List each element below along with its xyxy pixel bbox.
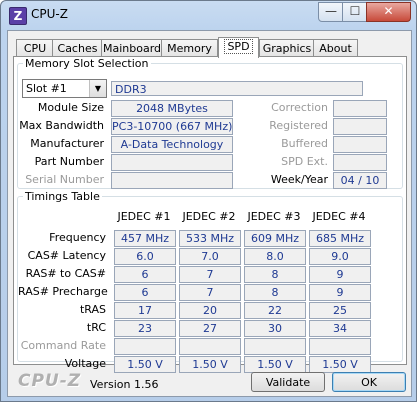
timing-cell: 1.50 V <box>114 356 176 373</box>
timing-cell: 34 <box>309 320 371 337</box>
timing-cell: 685 MHz <box>309 230 371 247</box>
max-bandwidth-value: PC3-10700 (667 MHz) <box>111 118 233 135</box>
ok-button[interactable]: OK <box>332 372 406 392</box>
version-label: Version 1.56 <box>90 378 159 391</box>
timing-row-label: Voltage <box>64 357 106 370</box>
tab-graphics[interactable]: Graphics <box>259 39 315 57</box>
title-bar[interactable]: Z CPU-Z — ☐ ✕ <box>1 1 416 29</box>
chevron-down-icon[interactable]: ▼ <box>89 80 106 97</box>
timing-row-label: RAS# to CAS# <box>25 267 106 280</box>
column-header: JEDEC #4 <box>312 210 366 223</box>
timing-cell: 6.0 <box>114 248 176 265</box>
part-number-label: Part Number <box>34 155 104 168</box>
timing-cell: 9.0 <box>309 248 371 265</box>
timing-cell: 6 <box>114 266 176 283</box>
maximize-button[interactable]: ☐ <box>342 2 368 22</box>
slot-select-value: Slot #1 <box>26 82 67 95</box>
timing-cell: 7.0 <box>179 248 241 265</box>
timing-cell: 457 MHz <box>114 230 176 247</box>
correction-label: Correction <box>271 101 328 114</box>
tab-label: Caches <box>57 42 98 55</box>
timing-cell: 1.50 V <box>244 356 306 373</box>
timing-row-label: Command Rate <box>20 339 106 352</box>
cpuz-window: Z CPU-Z — ☐ ✕ CPU Caches Mainboard Memor… <box>0 0 417 402</box>
tab-label: SPD <box>224 39 253 54</box>
manufacturer-label: Manufacturer <box>30 137 104 150</box>
column-header: JEDEC #1 <box>117 210 171 223</box>
correction-value <box>333 100 387 117</box>
window-title: CPU-Z <box>31 7 68 21</box>
group-title: Memory Slot Selection <box>25 57 149 70</box>
timing-cell: 8.0 <box>244 248 306 265</box>
timing-row-label: tRAS <box>79 303 106 316</box>
tab-label: Memory <box>167 42 212 55</box>
timing-cell: 7 <box>179 266 241 283</box>
tab-mainboard[interactable]: Mainboard <box>101 39 163 57</box>
buffered-label: Buffered <box>281 137 328 150</box>
tab-label: CPU <box>23 42 47 55</box>
minimize-button[interactable]: — <box>318 2 344 22</box>
spd-ext-label: SPD Ext. <box>281 155 328 168</box>
timing-row-label: tRC <box>86 321 106 334</box>
timing-cell: 1.50 V <box>309 356 371 373</box>
module-size-value: 2048 MBytes <box>111 100 233 117</box>
timing-cell: 22 <box>244 302 306 319</box>
tab-label: Mainboard <box>102 42 162 55</box>
tab-label: About <box>319 42 352 55</box>
cpuz-app-icon: Z <box>9 7 27 25</box>
timing-row-label: CAS# Latency <box>27 249 106 262</box>
registered-label: Registered <box>269 119 328 132</box>
spd-ext-value <box>333 154 387 171</box>
close-button[interactable]: ✕ <box>366 2 411 22</box>
column-header: JEDEC #3 <box>247 210 301 223</box>
serial-number-label: Serial Number <box>25 173 104 186</box>
slot-select[interactable]: Slot #1 ▼ <box>22 79 107 98</box>
part-number-value <box>111 154 233 171</box>
timing-cell: 27 <box>179 320 241 337</box>
timing-cell <box>309 338 371 355</box>
group-title: Timings Table <box>25 190 100 203</box>
serial-number-value <box>111 172 233 189</box>
timing-cell <box>244 338 306 355</box>
memory-slot-selection-group: Memory Slot Selection Slot #1 ▼ DDR3 Mod… <box>17 57 403 189</box>
timing-cell: 20 <box>179 302 241 319</box>
timing-cell: 25 <box>309 302 371 319</box>
tab-about[interactable]: About <box>313 39 358 57</box>
timing-cell: 9 <box>309 266 371 283</box>
validate-button[interactable]: Validate <box>251 372 325 392</box>
tab-caches[interactable]: Caches <box>52 39 103 57</box>
cpuz-brand-logo: CPU-Z <box>18 371 82 391</box>
client-area: CPU Caches Mainboard Memory SPD Graphics… <box>7 30 412 397</box>
memory-type-value: DDR3 <box>111 81 363 96</box>
week-year-value: 04 / 10 <box>333 172 387 189</box>
timing-row-label: RAS# Precharge <box>18 285 108 298</box>
timing-cell: 7 <box>179 284 241 301</box>
timing-cell <box>179 338 241 355</box>
timing-cell: 533 MHz <box>179 230 241 247</box>
timing-cell: 1.50 V <box>179 356 241 373</box>
column-header: JEDEC #2 <box>182 210 236 223</box>
timing-cell: 23 <box>114 320 176 337</box>
timing-row-label: Frequency <box>49 231 106 244</box>
tab-spd[interactable]: SPD <box>218 37 259 58</box>
timings-table-group: Timings Table JEDEC #1 JEDEC #2 JEDEC #3… <box>17 190 403 373</box>
spd-panel: Memory Slot Selection Slot #1 ▼ DDR3 Mod… <box>13 56 407 373</box>
tab-label: Graphics <box>262 42 312 55</box>
tab-cpu[interactable]: CPU <box>16 39 54 57</box>
timing-cell: 8 <box>244 284 306 301</box>
tab-memory[interactable]: Memory <box>161 39 218 57</box>
week-year-label: Week/Year <box>270 173 328 186</box>
registered-value <box>333 118 387 135</box>
timing-cell: 9 <box>309 284 371 301</box>
module-size-label: Module Size <box>37 101 104 114</box>
timing-cell: 17 <box>114 302 176 319</box>
timing-cell: 609 MHz <box>244 230 306 247</box>
timing-cell: 8 <box>244 266 306 283</box>
buffered-value <box>333 136 387 153</box>
timing-cell: 6 <box>114 284 176 301</box>
timing-cell: 30 <box>244 320 306 337</box>
manufacturer-value: A-Data Technology <box>111 136 233 153</box>
max-bandwidth-label: Max Bandwidth <box>19 119 104 132</box>
timing-cell <box>114 338 176 355</box>
